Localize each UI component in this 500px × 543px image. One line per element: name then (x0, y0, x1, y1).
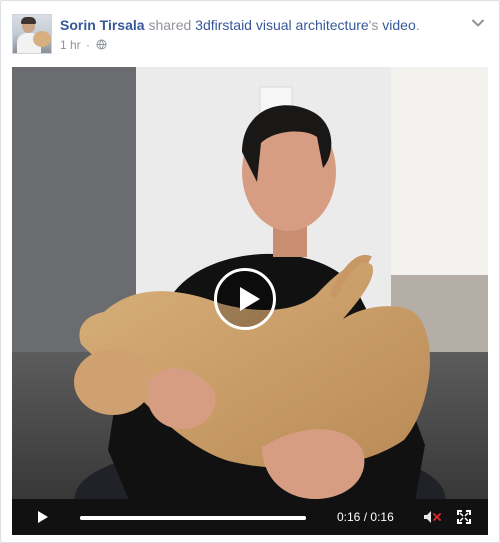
actor-name-link[interactable]: Sorin Tirsala (60, 17, 145, 33)
share-action-text: shared (148, 17, 192, 33)
fullscreen-icon[interactable] (456, 509, 472, 525)
meta-separator: · (86, 38, 91, 52)
progress-fill (80, 516, 306, 520)
play-icon[interactable] (35, 509, 51, 525)
timestamp-link[interactable]: 1 hr (60, 38, 81, 52)
muted-speaker-icon[interactable] (423, 509, 441, 525)
video-link[interactable]: video (382, 17, 415, 33)
post-header-line: Sorin Tirsala shared 3dfirstaid visual a… (60, 16, 460, 34)
time-readout: 0:16 / 0:16 (337, 509, 394, 525)
possessive-text: 's (368, 17, 379, 33)
profile-photo-avatar[interactable] (12, 14, 52, 54)
video-player[interactable]: 0:16 / 0:16 (12, 67, 488, 535)
globe-icon[interactable] (96, 38, 107, 50)
duration-time: 0:16 (370, 510, 394, 524)
progress-scrubber[interactable] (80, 516, 306, 520)
feed-post: Sorin Tirsala shared 3dfirstaid visual a… (0, 0, 500, 543)
current-time: 0:16 (337, 510, 361, 524)
post-meta: 1 hr · (60, 37, 107, 53)
video-controls-bar: 0:16 / 0:16 (12, 499, 488, 535)
chevron-down-icon[interactable] (471, 16, 485, 30)
big-play-button[interactable] (214, 268, 276, 330)
avatar-cub-shape (33, 31, 51, 47)
source-page-link[interactable]: 3dfirstaid visual architecture (195, 17, 369, 33)
time-separator: / (363, 510, 368, 524)
avatar-hair-shape (21, 17, 36, 24)
header-period: . (415, 17, 420, 33)
